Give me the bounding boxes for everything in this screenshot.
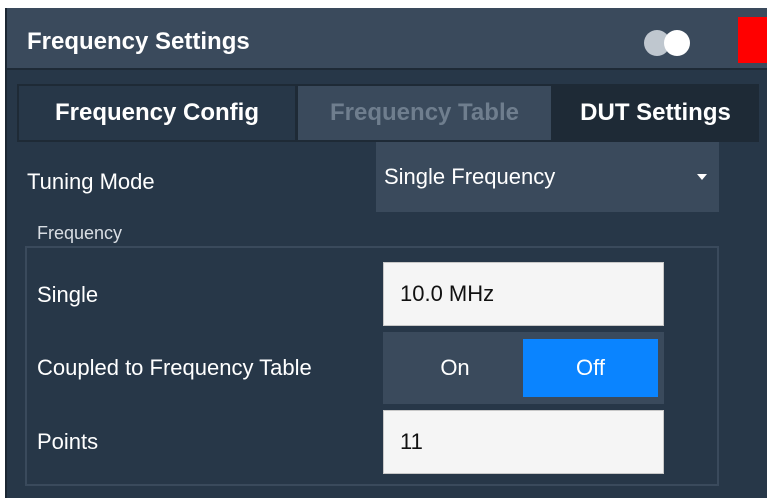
coupled-label: Coupled to Frequency Table: [37, 355, 312, 380]
dialog-title: Frequency Settings: [27, 28, 250, 55]
top-strip: [0, 0, 767, 8]
frequency-settings-dialog: Frequency Settings Frequency Config Freq…: [5, 8, 767, 498]
coupled-toggle: On Off: [383, 332, 664, 404]
coupled-on-option[interactable]: On: [391, 339, 519, 397]
coupled-off-option[interactable]: Off: [523, 339, 658, 397]
points-label: Points: [37, 429, 99, 454]
tuning-mode-label: Tuning Mode: [27, 169, 155, 194]
tab-frequency-table[interactable]: Frequency Table: [298, 86, 551, 140]
toggle-circles-icon[interactable]: [639, 28, 703, 58]
tab-bar: Frequency Config Frequency Table DUT Set…: [17, 84, 759, 142]
tuning-mode-value: Single Frequency: [384, 164, 556, 189]
dropdown-arrow-icon: [697, 174, 707, 180]
close-box-icon[interactable]: [738, 17, 767, 63]
dialog-titlebar[interactable]: Frequency Settings: [7, 8, 767, 70]
single-label: Single: [37, 282, 99, 307]
tuning-mode-dropdown[interactable]: Single Frequency: [376, 142, 719, 212]
points-input[interactable]: 11: [383, 410, 664, 474]
frequency-group-label: Frequency: [37, 223, 123, 243]
single-frequency-input[interactable]: 10.0 MHz: [383, 262, 664, 326]
tab-dut-settings[interactable]: DUT Settings: [554, 86, 757, 140]
tab-frequency-config[interactable]: Frequency Config: [19, 86, 295, 140]
